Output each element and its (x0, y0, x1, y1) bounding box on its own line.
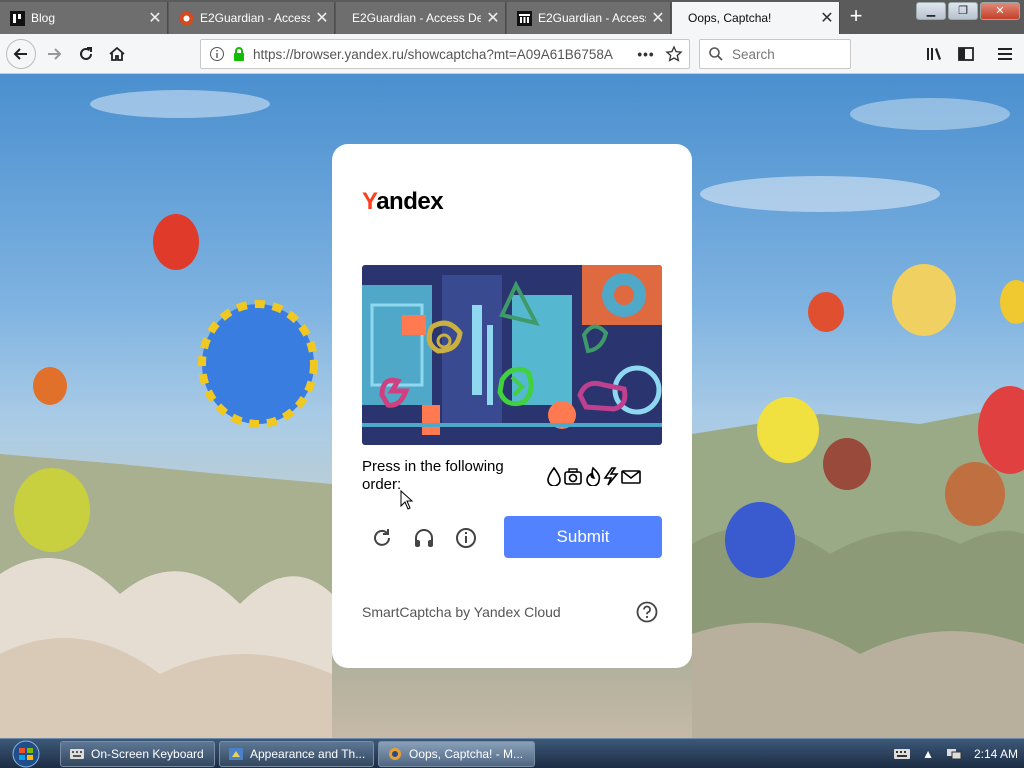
menu-button[interactable] (991, 40, 1019, 68)
taskbar-item-on-screen-keyboard[interactable]: On-Screen Keyboard (60, 741, 215, 767)
restore-button[interactable]: ❐ (948, 2, 978, 20)
sidebar-icon (958, 47, 974, 61)
captcha-card: Yandex Press in the following order: Sub… (332, 144, 692, 668)
tab-blog[interactable]: Blog ✕ (0, 2, 168, 34)
tab-oops-captcha[interactable]: Oops, Captcha! ✕ (672, 2, 840, 34)
browser-window-icon (389, 748, 401, 760)
search-icon (709, 47, 723, 61)
captcha-picture (362, 265, 662, 445)
lock-icon[interactable] (231, 46, 247, 62)
windows-start-button-icon[interactable] (6, 740, 46, 768)
forward-arrow-icon (48, 48, 62, 60)
back-button[interactable] (6, 39, 36, 69)
keyboard-icon (70, 749, 84, 759)
search-bar[interactable]: Search (699, 39, 851, 69)
refresh-captcha-icon[interactable] (370, 526, 394, 550)
hamburger-menu-icon (998, 48, 1012, 60)
home-button[interactable] (103, 40, 131, 68)
help-question-icon[interactable] (636, 601, 658, 623)
system-tray: ▲ 2:14 AM (894, 739, 1018, 768)
blog-favicon-icon (10, 10, 25, 26)
close-tab-icon[interactable]: ✕ (481, 8, 505, 28)
close-tab-icon[interactable]: ✕ (143, 8, 167, 28)
order-icons (547, 466, 641, 486)
taskbar-item-label: Appearance and Th... (250, 747, 366, 761)
flame-icon (586, 466, 601, 486)
page-actions-icon[interactable]: ••• (633, 47, 659, 62)
close-tab-icon[interactable]: ✕ (646, 8, 670, 28)
camera-icon (564, 468, 582, 485)
window-controls: ▁ ❐ ✕ (916, 2, 1020, 20)
close-tab-icon[interactable]: ✕ (815, 8, 839, 28)
captcha-image[interactable] (362, 265, 662, 445)
show-hidden-icons-icon[interactable]: ▲ (922, 747, 934, 761)
tab-e2guardian-3[interactable]: E2Guardian - Access ✕ (507, 2, 671, 34)
tab-e2guardian-1[interactable]: E2Guardian - Access ✕ (169, 2, 335, 34)
captcha-instruction: Press in the following order: (362, 458, 504, 493)
taskbar-item-oops-captcha[interactable]: Oops, Captcha! - M... (378, 741, 535, 767)
sidebar-button[interactable] (952, 40, 980, 68)
library-button[interactable] (920, 40, 948, 68)
captcha-actions (370, 526, 480, 550)
envelope-icon (621, 470, 641, 484)
taskbar-item-appearance[interactable]: Appearance and Th... (219, 741, 374, 767)
tab-title: Oops, Captcha! (688, 11, 772, 25)
logo-letter-y: Y (362, 188, 377, 215)
keyboard-tray-icon[interactable] (894, 748, 911, 760)
control-panel-icon (229, 748, 243, 760)
windows-taskbar: On-Screen Keyboard Appearance and Th... … (0, 738, 1024, 768)
taskbar-item-label: On-Screen Keyboard (91, 747, 204, 761)
reload-icon (80, 47, 92, 60)
forward-button[interactable] (40, 40, 68, 68)
clock[interactable]: 2:14 AM (974, 747, 1018, 761)
url-text: https://browser.yandex.ru/showcaptcha?mt… (253, 46, 613, 62)
tab-title: Blog (31, 11, 56, 25)
e2guardian-favicon-icon (179, 11, 194, 25)
bookmark-star-icon[interactable] (665, 45, 683, 63)
tab-strip: Blog ✕ E2Guardian - Access ✕ E2Guardian … (0, 0, 1024, 34)
info-icon[interactable] (209, 46, 225, 62)
tab-title: E2Guardian - Access (200, 11, 310, 25)
back-arrow-icon (13, 48, 27, 60)
network-icon[interactable] (946, 747, 962, 761)
taskbar-item-label: Oops, Captcha! - M... (409, 747, 524, 761)
search-placeholder: Search (732, 46, 775, 62)
bank-favicon-icon (517, 10, 532, 26)
home-icon (109, 46, 125, 61)
drop-icon (547, 466, 561, 486)
audio-captcha-headphones-icon[interactable] (412, 526, 436, 550)
tab-e2guardian-2[interactable]: E2Guardian - Access Den ✕ (336, 2, 506, 34)
mouse-cursor-icon (400, 490, 414, 510)
info-circle-icon[interactable] (454, 526, 478, 550)
new-tab-button[interactable]: + (842, 5, 870, 29)
tab-title: E2Guardian - Access Den (352, 11, 481, 25)
navigation-toolbar: https://browser.yandex.ru/showcaptcha?mt… (0, 34, 1024, 74)
close-window-button[interactable]: ✕ (980, 2, 1020, 20)
address-bar[interactable]: https://browser.yandex.ru/showcaptcha?mt… (200, 39, 690, 69)
page-viewport: Yandex Press in the following order: Sub… (0, 74, 1024, 738)
yandex-logo: Yandex (362, 188, 444, 216)
logo-text-rest: andex (376, 188, 444, 215)
smartcaptcha-footer: SmartCaptcha by Yandex Cloud (362, 604, 561, 620)
close-tab-icon[interactable]: ✕ (310, 8, 334, 28)
lightning-icon (603, 467, 619, 486)
minimize-button[interactable]: ▁ (916, 2, 946, 20)
tab-title: E2Guardian - Access (538, 11, 646, 25)
library-icon (927, 48, 941, 60)
reload-button[interactable] (72, 40, 100, 68)
submit-button[interactable]: Submit (504, 516, 662, 558)
